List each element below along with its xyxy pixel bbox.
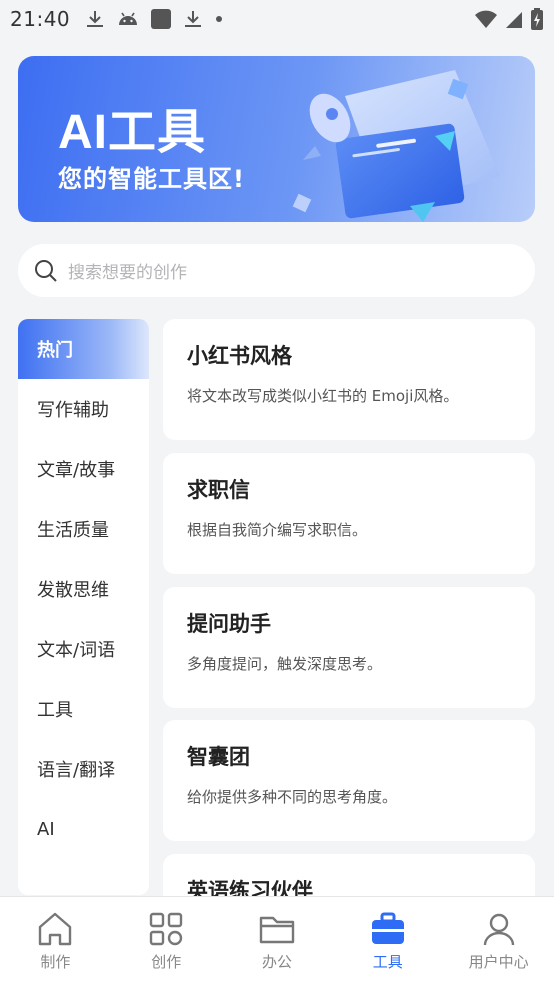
bottom-nav: 制作 创作 办公 工具 用户中心 (0, 896, 554, 984)
nav-create[interactable]: 创作 (111, 897, 222, 984)
toolbox-icon (370, 911, 406, 947)
folder-icon (258, 911, 296, 947)
nav-label: 办公 (261, 953, 292, 971)
banner-title: AI工具 (58, 106, 207, 159)
tool-card-desc: 给你提供多种不同的思考角度。 (187, 788, 398, 806)
grid-icon (148, 911, 184, 947)
download-icon (84, 8, 106, 30)
nav-make[interactable]: 制作 (0, 897, 111, 984)
notification-icons (84, 8, 224, 30)
tool-card[interactable]: 智囊团 给你提供多种不同的思考角度。 (163, 720, 535, 841)
tool-card-title: 求职信 (187, 478, 250, 502)
android-icon (116, 9, 140, 29)
tool-card-desc: 将文本改写成类似小红书的 Emoji风格。 (187, 387, 459, 405)
battery-charging-icon (530, 8, 544, 30)
category-tools[interactable]: 工具 (18, 679, 149, 739)
banner-illustration (292, 70, 500, 222)
category-hot[interactable]: 热门 (18, 319, 149, 379)
search-bar[interactable]: 搜索想要的创作 (18, 244, 535, 297)
dot-icon (214, 14, 224, 24)
hero-banner[interactable]: AI工具 您的智能工具区! (18, 56, 535, 222)
banner-subtitle: 您的智能工具区! (58, 165, 245, 193)
tool-card[interactable]: 求职信 根据自我简介编写求职信。 (163, 453, 535, 574)
nav-office[interactable]: 办公 (222, 897, 333, 984)
system-icons (474, 8, 544, 30)
category-divergent-thinking[interactable]: 发散思维 (18, 559, 149, 619)
user-icon (481, 911, 517, 947)
status-time: 21:40 (10, 7, 71, 31)
tool-card[interactable]: 英语练习伙伴 (163, 854, 535, 896)
nav-label: 用户中心 (468, 953, 529, 971)
category-text-words[interactable]: 文本/词语 (18, 619, 149, 679)
signal-icon (504, 9, 524, 29)
wifi-icon (474, 9, 498, 29)
tool-card-title: 小红书风格 (187, 344, 292, 368)
search-icon (34, 259, 58, 283)
tool-card-desc: 根据自我简介编写求职信。 (187, 521, 368, 539)
nav-label: 工具 (372, 953, 403, 971)
status-bar: 21:40 (0, 0, 554, 38)
tool-card[interactable]: 提问助手 多角度提问，触发深度思考。 (163, 587, 535, 708)
search-input[interactable]: 搜索想要的创作 (68, 258, 187, 283)
tool-card[interactable]: 小红书风格 将文本改写成类似小红书的 Emoji风格。 (163, 319, 535, 440)
category-language-translation[interactable]: 语言/翻译 (18, 739, 149, 799)
tool-card-title: 英语练习伙伴 (187, 879, 313, 896)
download-icon (182, 8, 204, 30)
app-square-icon (150, 8, 172, 30)
category-sidebar: 热门 写作辅助 文章/故事 生活质量 发散思维 文本/词语 工具 语言/翻译 A… (18, 319, 149, 895)
tool-card-title: 智囊团 (187, 745, 250, 769)
nav-user-center[interactable]: 用户中心 (443, 897, 554, 984)
nav-label: 创作 (151, 953, 182, 971)
tool-card-desc: 多角度提问，触发深度思考。 (187, 655, 383, 673)
nav-tools[interactable]: 工具 (332, 897, 443, 984)
category-life-quality[interactable]: 生活质量 (18, 499, 149, 559)
category-ai[interactable]: AI (18, 799, 149, 859)
home-icon (36, 911, 74, 947)
nav-label: 制作 (40, 953, 71, 971)
category-article-story[interactable]: 文章/故事 (18, 439, 149, 499)
tool-card-title: 提问助手 (187, 612, 271, 636)
category-writing-assist[interactable]: 写作辅助 (18, 379, 149, 439)
